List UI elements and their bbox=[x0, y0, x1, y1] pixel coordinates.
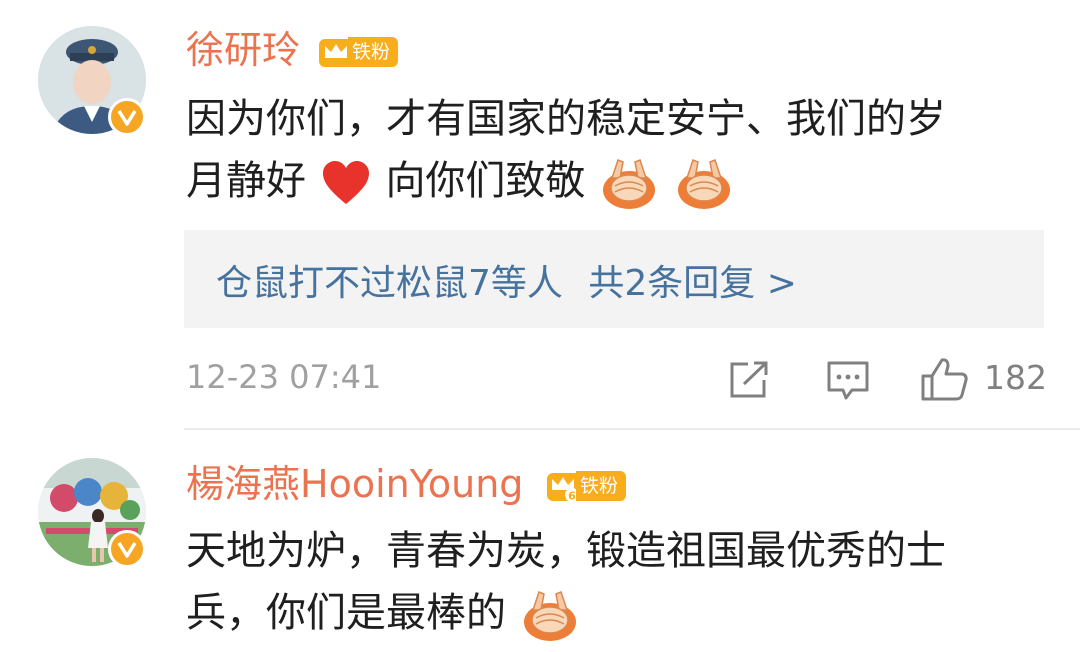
timestamp: 12-23 07:41 bbox=[186, 358, 382, 396]
comment-text-segment: 月静好 bbox=[186, 158, 306, 204]
folded-hands-emoji bbox=[677, 159, 730, 209]
username[interactable]: 徐研玲 bbox=[186, 28, 300, 72]
comment-icon bbox=[827, 361, 869, 400]
comment-text-line2: 兵，你们是最棒的 bbox=[186, 582, 581, 644]
comment-divider bbox=[184, 428, 1080, 430]
fan-badge: 6 铁粉 bbox=[544, 468, 627, 504]
comment-text-segment: 向你们致敬 bbox=[385, 158, 586, 204]
replies-summary-names[interactable]: 仓鼠打不过松鼠7等人 bbox=[216, 263, 563, 304]
red-heart-emoji bbox=[322, 161, 369, 204]
username[interactable]: 楊海燕HooinYoung bbox=[186, 462, 523, 506]
like-count: 182 bbox=[984, 358, 1047, 397]
folded-hands-emoji bbox=[523, 591, 576, 641]
replies-summary-count[interactable]: 共2条回复 > bbox=[588, 263, 797, 304]
replies-preview[interactable]: 仓鼠打不过松鼠7等人 共2条回复 > bbox=[184, 230, 1044, 328]
share-button[interactable] bbox=[728, 360, 770, 404]
comment-text-line2: 月静好 向你们致敬 bbox=[186, 150, 735, 212]
folded-hands-emoji bbox=[603, 159, 656, 209]
replies-summary[interactable]: 仓鼠打不过松鼠7等人 共2条回复 > bbox=[216, 254, 797, 306]
share-icon bbox=[730, 361, 768, 398]
fan-level: 6 bbox=[568, 490, 576, 503]
verified-badge-icon bbox=[108, 530, 146, 568]
fan-badge: 铁粉 bbox=[316, 34, 399, 70]
verified-badge-icon bbox=[108, 98, 146, 136]
comment-text-line1: 天地为炉，青春为炭，锻造祖国最优秀的士 bbox=[186, 528, 946, 574]
fan-badge-label: 铁粉 bbox=[348, 37, 399, 67]
fan-badge-label: 铁粉 bbox=[576, 471, 627, 501]
comment-button[interactable] bbox=[826, 360, 870, 406]
like-button[interactable] bbox=[920, 356, 970, 406]
thumbs-up-icon bbox=[921, 358, 968, 401]
comment-text-segment: 兵，你们是最棒的 bbox=[186, 590, 506, 636]
comment-text-line1: 因为你们，才有国家的稳定安宁、我们的岁 bbox=[186, 96, 946, 142]
